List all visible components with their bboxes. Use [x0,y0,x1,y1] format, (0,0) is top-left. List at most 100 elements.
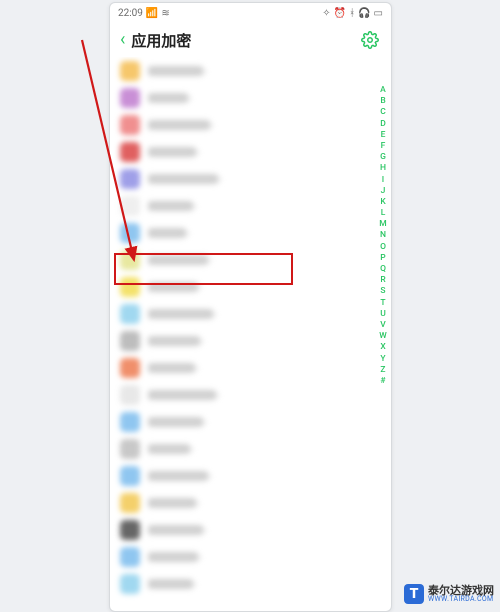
app-label [148,93,188,103]
app-row[interactable]: › [110,543,391,570]
chevron-right-icon: › [208,253,212,267]
chevron-right-icon: › [190,442,194,456]
phone-frame: 22:09 📶 ≋ ✧ ⏰ ᚼ 🎧 ▭ ‹ 应用加密 ›››››››››››››… [109,2,392,612]
app-row[interactable]: › [110,273,391,300]
app-row[interactable]: › [110,57,391,84]
bt-icon: ᚼ [349,8,355,19]
app-icon [120,142,140,162]
app-icon [120,439,140,459]
app-row[interactable]: › [110,192,391,219]
app-row[interactable]: › [110,138,391,165]
index-letter[interactable]: C [378,107,388,117]
app-label [148,579,193,589]
back-button[interactable]: ‹ [120,31,131,49]
status-bar: 22:09 📶 ≋ ✧ ⏰ ᚼ 🎧 ▭ [110,3,391,23]
index-letter[interactable]: D [378,119,388,129]
watermark-en: WWW.TAIRDA.COM [428,596,494,603]
index-letter[interactable]: H [378,163,388,173]
app-row[interactable]: › [110,381,391,408]
app-icon [120,88,140,108]
settings-button[interactable] [361,31,379,49]
app-label [148,309,213,319]
index-letter[interactable]: L [378,208,388,218]
chevron-right-icon: › [218,172,222,186]
app-row[interactable]: › [110,111,391,138]
app-label [148,552,198,562]
app-row[interactable]: › [110,300,391,327]
app-row[interactable]: › [110,570,391,597]
app-label [148,120,210,130]
index-letter[interactable]: A [378,85,388,95]
app-list[interactable]: ›››››››››››››››››››› ABCDEFGHIJKLMNOPQRS… [110,57,391,607]
app-row[interactable]: › [110,489,391,516]
app-row[interactable]: › [110,84,391,111]
index-letter[interactable]: J [378,186,388,196]
index-letter[interactable]: Q [378,264,388,274]
index-letter[interactable]: O [378,242,388,252]
index-letter[interactable]: Y [378,354,388,364]
index-letter[interactable]: W [378,331,388,341]
app-row[interactable]: › [110,219,391,246]
watermark: T 泰尔达游戏网 WWW.TAIRDA.COM [404,584,494,604]
app-row[interactable]: › [110,435,391,462]
net-icon: ≋ [161,8,169,19]
app-row[interactable]: › [110,246,391,273]
watermark-logo: T [404,584,424,604]
chevron-right-icon: › [203,64,207,78]
alpha-index[interactable]: ABCDEFGHIJKLMNOPQRSTUVWXYZ# [378,85,388,386]
app-label [148,147,196,157]
index-letter[interactable]: X [378,342,388,352]
app-label [148,255,208,265]
chevron-right-icon: › [213,307,217,321]
app-label [148,282,198,292]
app-label [148,66,203,76]
app-label [148,363,195,373]
app-icon [120,358,140,378]
app-icon [120,115,140,135]
app-row[interactable]: › [110,327,391,354]
index-letter[interactable]: T [378,298,388,308]
index-letter[interactable]: Z [378,365,388,375]
app-icon [120,493,140,513]
app-label [148,228,186,238]
index-letter[interactable]: B [378,96,388,106]
app-label [148,525,203,535]
index-letter[interactable]: E [378,130,388,140]
headphone-icon: 🎧 [358,8,370,19]
chevron-right-icon: › [203,415,207,429]
index-letter[interactable]: F [378,141,388,151]
app-row[interactable]: › [110,516,391,543]
app-icon [120,547,140,567]
index-letter[interactable]: R [378,275,388,285]
app-icon [120,466,140,486]
index-letter[interactable]: I [378,175,388,185]
app-row[interactable]: › [110,462,391,489]
app-label [148,201,193,211]
chevron-right-icon: › [196,145,200,159]
alarm-icon: ⏰ [334,8,346,19]
chevron-right-icon: › [193,577,197,591]
app-label [148,174,218,184]
index-letter[interactable]: N [378,230,388,240]
index-letter[interactable]: # [378,376,388,386]
index-letter[interactable]: G [378,152,388,162]
app-row[interactable]: › [110,408,391,435]
index-letter[interactable]: K [378,197,388,207]
index-letter[interactable]: S [378,286,388,296]
app-row[interactable]: › [110,354,391,381]
chevron-right-icon: › [208,469,212,483]
app-icon [120,277,140,297]
status-time: 22:09 [118,8,143,19]
app-label [148,498,196,508]
app-icon [120,196,140,216]
app-row[interactable]: › [110,165,391,192]
app-label [148,390,216,400]
index-letter[interactable]: M [378,219,388,229]
page-title: 应用加密 [131,30,191,51]
index-letter[interactable]: U [378,309,388,319]
app-icon [120,169,140,189]
app-icon [120,412,140,432]
index-letter[interactable]: P [378,253,388,263]
app-icon [120,331,140,351]
index-letter[interactable]: V [378,320,388,330]
